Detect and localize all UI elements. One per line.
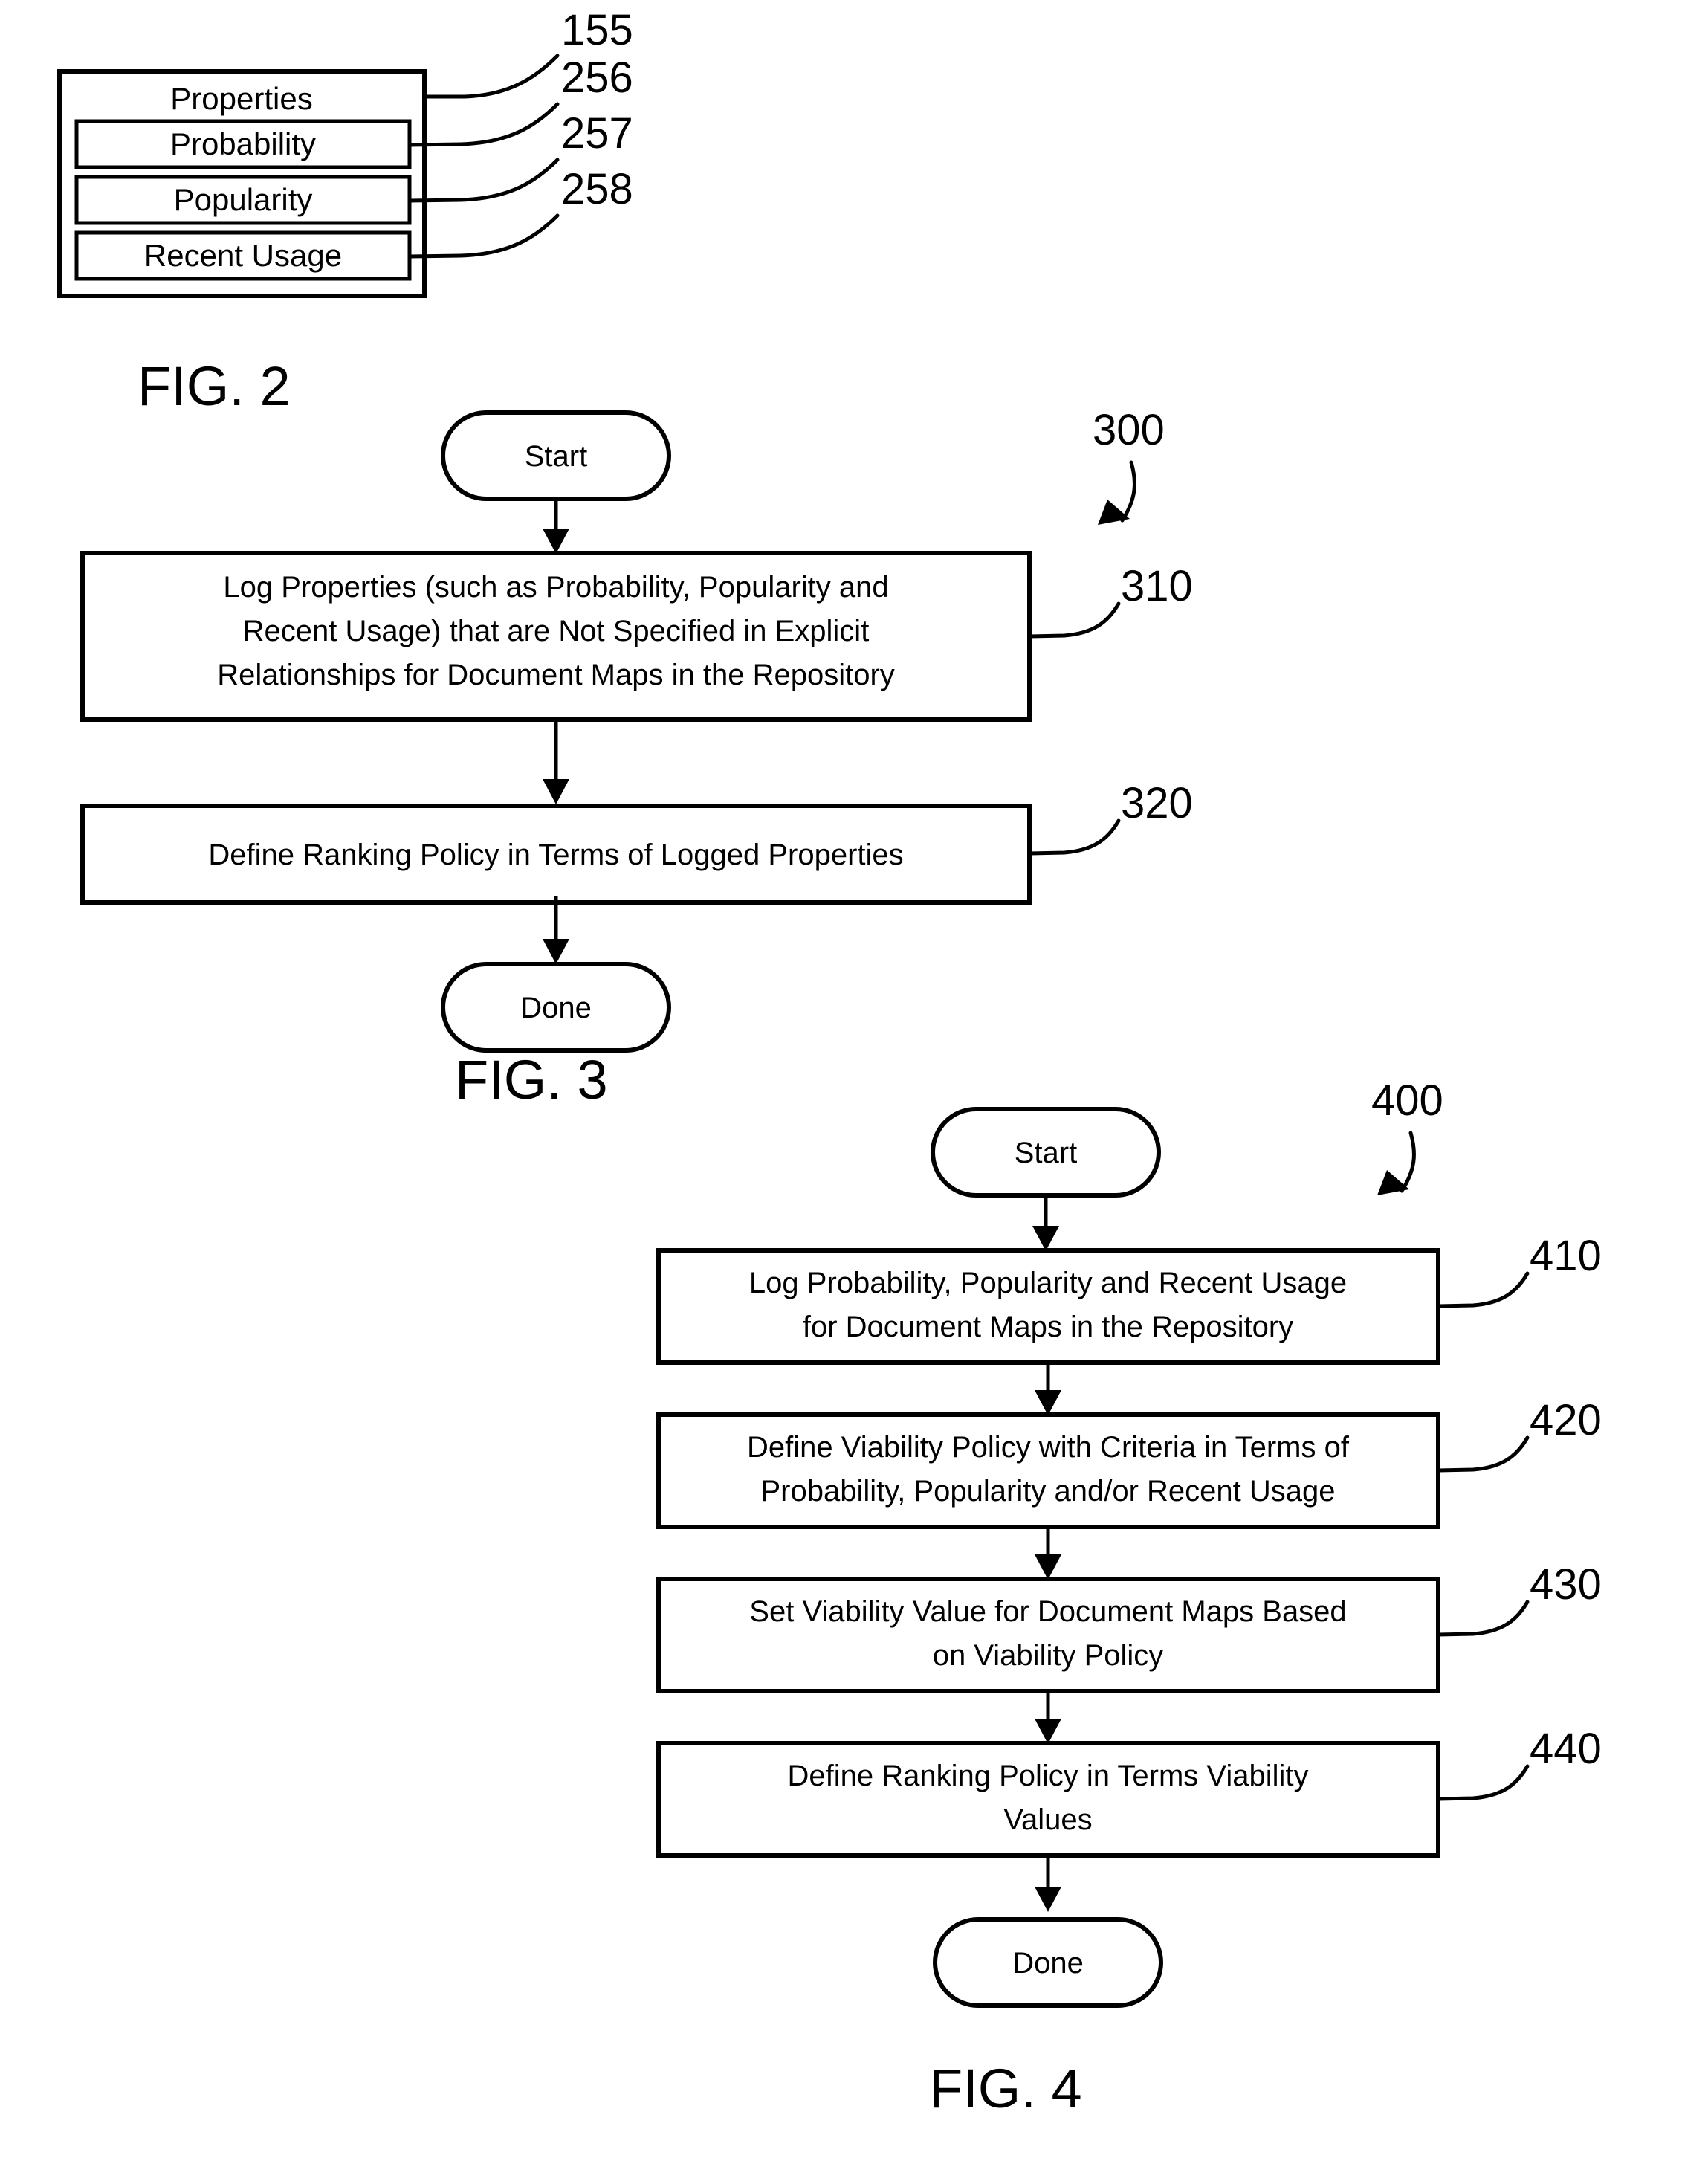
- fig3-step-310-line-3: Relationships for Document Maps in the R…: [217, 659, 895, 691]
- fig3-arrow-320-to-done-head: [543, 939, 569, 964]
- lead-line-320: [1027, 818, 1121, 856]
- ref-num-155: 155: [561, 6, 633, 54]
- lead-line-257: [407, 158, 560, 203]
- lead-line-155: [422, 54, 560, 99]
- recent-usage-label: Recent Usage: [144, 238, 342, 273]
- ref-num-257: 257: [561, 109, 633, 158]
- fig4-ref-400-pointer-head: [1377, 1170, 1409, 1195]
- fig4-step-440-line-2: Values: [1003, 1803, 1092, 1836]
- fig4-arrow-440-to-done-head: [1035, 1887, 1061, 1912]
- figure-2-title: FIG. 2: [138, 355, 291, 417]
- lead-line-440: [1436, 1764, 1530, 1801]
- fig4-ref-400-pointer-curve: [1400, 1131, 1416, 1193]
- fig4-step-430-line-2: on Viability Policy: [933, 1639, 1164, 1672]
- fig4-arrow-430-to-440-head: [1035, 1719, 1061, 1744]
- fig3-step-310-line-1: Log Properties (such as Probability, Pop…: [223, 571, 888, 604]
- figure-2: Properties Probability Popularity Recent…: [57, 6, 633, 417]
- fig3-ref-300-pointer-head: [1098, 500, 1130, 525]
- fig4-step-410-line-2: for Document Maps in the Repository: [803, 1311, 1293, 1343]
- fig4-step-420-line-2: Probability, Popularity and/or Recent Us…: [760, 1475, 1335, 1508]
- figure-3: Start 300 Log Properties (such as Probab…: [80, 406, 1193, 1111]
- patent-figure-sheet: Properties Probability Popularity Recent…: [57, 6, 1602, 2119]
- fig4-done-label: Done: [1012, 1947, 1084, 1980]
- lead-line-256: [407, 102, 560, 147]
- figure-4: Start 400 Log Probability, Popularity an…: [656, 1076, 1602, 2119]
- fig3-done-label: Done: [520, 992, 592, 1024]
- lead-line-430: [1436, 1600, 1530, 1637]
- probability-label: Probability: [170, 126, 316, 161]
- fig4-step-440-line-1: Define Ranking Policy in Terms Viability: [787, 1760, 1308, 1792]
- lead-line-310: [1027, 601, 1121, 639]
- ref-num-258: 258: [561, 165, 633, 213]
- ref-num-256: 256: [561, 54, 633, 102]
- fig4-start-label: Start: [1015, 1137, 1077, 1169]
- fig3-arrow-310-to-320-head: [543, 779, 569, 804]
- fig3-step-310-line-2: Recent Usage) that are Not Specified in …: [243, 615, 870, 647]
- lead-line-420: [1436, 1435, 1530, 1473]
- fig3-start-label: Start: [525, 440, 587, 473]
- fig4-arrow-start-to-410-head: [1032, 1226, 1059, 1251]
- figure-3-title: FIG. 3: [455, 1049, 608, 1111]
- lead-line-258: [407, 213, 560, 259]
- ref-num-420: 420: [1530, 1396, 1602, 1444]
- fig3-arrow-start-to-310-head: [543, 529, 569, 554]
- fig3-step-320-line-1: Define Ranking Policy in Terms of Logged…: [208, 839, 903, 871]
- ref-num-300: 300: [1093, 406, 1165, 454]
- fig4-step-420-line-1: Define Viability Policy with Criteria in…: [747, 1431, 1350, 1464]
- fig4-step-430-line-1: Set Viability Value for Document Maps Ba…: [749, 1595, 1346, 1628]
- popularity-label: Popularity: [174, 182, 313, 217]
- properties-label: Properties: [170, 81, 312, 116]
- ref-num-310: 310: [1121, 562, 1193, 610]
- ref-num-440: 440: [1530, 1725, 1602, 1773]
- figure-4-title: FIG. 4: [929, 2058, 1082, 2119]
- fig4-arrow-410-to-420-head: [1035, 1390, 1061, 1415]
- ref-num-320: 320: [1121, 779, 1193, 827]
- ref-num-410: 410: [1530, 1232, 1602, 1280]
- fig3-ref-300-pointer-curve: [1120, 460, 1136, 523]
- lead-line-410: [1436, 1271, 1530, 1308]
- fig4-arrow-420-to-430-head: [1035, 1554, 1061, 1580]
- fig4-step-410-line-1: Log Probability, Popularity and Recent U…: [749, 1267, 1347, 1299]
- ref-num-430: 430: [1530, 1560, 1602, 1609]
- ref-num-400: 400: [1371, 1076, 1443, 1125]
